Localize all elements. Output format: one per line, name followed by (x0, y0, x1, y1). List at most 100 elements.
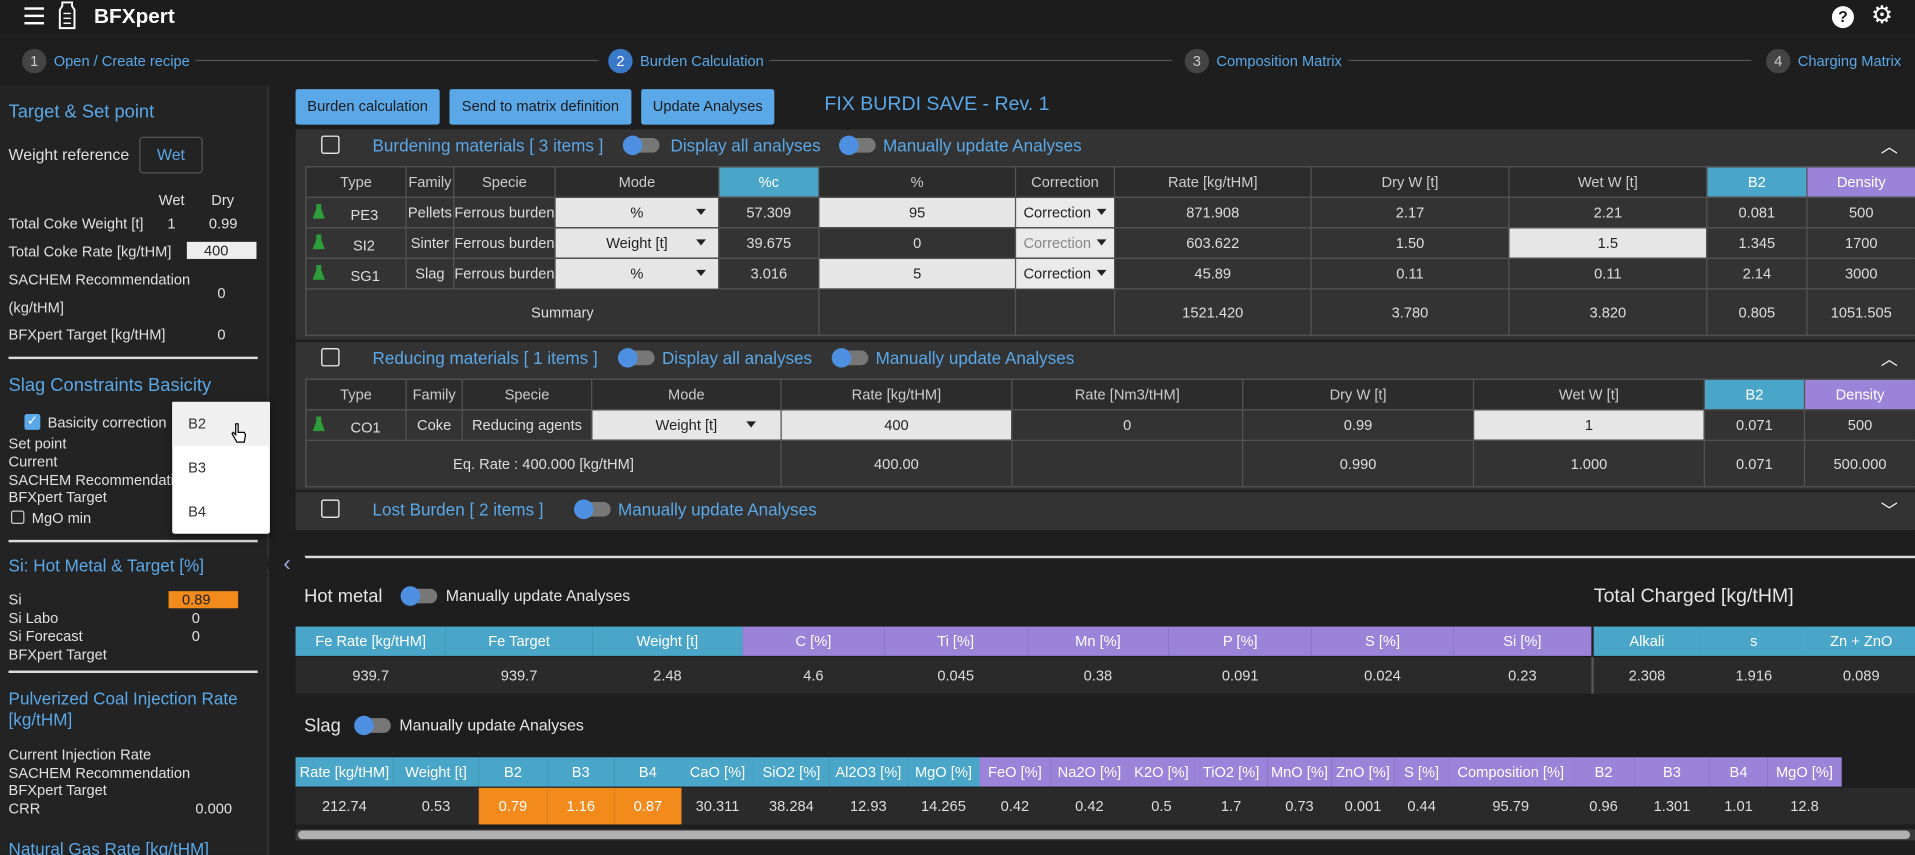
chevron-down-icon[interactable]: ﹀ (1881, 498, 1898, 522)
step-burden-calculation[interactable]: 2 Burden Calculation (608, 48, 764, 74)
percent-input[interactable]: 5 (818, 257, 1017, 290)
mode-select[interactable]: % (554, 196, 720, 229)
b2-cell: 1.345 (1706, 227, 1808, 259)
type-cell: SG1 (305, 257, 407, 290)
dropdown-option-b2[interactable]: B2 (172, 401, 270, 446)
menu-icon[interactable] (24, 7, 44, 25)
slag-manual-toggle[interactable] (354, 715, 391, 736)
slag-header-row: Rate [kg/tHM] Weight [t] B2 B3 B4 CaO [%… (295, 757, 1915, 787)
pci-title: Pulverized Coal Injection Rate (8, 688, 238, 709)
manual-update-toggle[interactable] (839, 135, 876, 156)
step-label: Open / Create recipe (53, 52, 190, 70)
reducing-header[interactable]: Reducing materials [ 1 items ] Display a… (296, 342, 1915, 376)
mode-select[interactable]: Weight [t] (554, 227, 720, 259)
edit-icon[interactable] (321, 348, 340, 367)
wet-cell: 0.11 (1508, 257, 1708, 290)
col-header: ZnO [%] (1331, 757, 1395, 787)
step-charging-matrix[interactable]: 4 Charging Matrix (1765, 48, 1901, 74)
value-cell: 1.16 (547, 787, 615, 825)
gear-icon[interactable]: ⚙ (1871, 4, 1895, 28)
edit-icon[interactable] (321, 499, 340, 518)
target-setpoint-title: Target & Set point (8, 101, 155, 123)
weight-reference-button[interactable]: Wet (139, 136, 203, 174)
display-analyses-toggle[interactable] (617, 348, 655, 368)
col-header: K2O [%] (1128, 757, 1195, 787)
bfx-target-label-2: BFXpert Target (8, 488, 107, 506)
chevron-up-icon[interactable]: ︿ (1881, 347, 1898, 371)
lost-burden-header[interactable]: Lost Burden [ 2 items ] Manually update … (296, 493, 1915, 527)
chevron-down-icon (1096, 239, 1107, 246)
pci-unit: [kg/tHM] (8, 709, 73, 730)
dry-cell: 2.17 (1310, 196, 1510, 229)
flask-icon[interactable] (311, 202, 326, 219)
chevron-down-icon (696, 208, 706, 215)
col-header: Wet W [t] (1472, 378, 1705, 411)
manual-update-toggle[interactable] (831, 348, 869, 368)
si-label: Si (8, 591, 22, 609)
total-coke-weight-label: Total Coke Weight [t] (8, 214, 144, 233)
burden-calculation-button[interactable]: Burden calculation (295, 89, 440, 125)
burdening-header[interactable]: Burdening materials [ 3 items ] Display … (296, 129, 1915, 163)
si-input[interactable]: 0.89 (168, 591, 239, 609)
mode-value: % (630, 265, 644, 283)
percent-input[interactable]: 95 (818, 196, 1017, 229)
value-cell: 0.87 (614, 787, 682, 825)
value-cell: 1.7 (1220, 797, 1242, 815)
col-header: S [%] (1311, 626, 1454, 656)
mode-value: Weight [t] (606, 234, 668, 252)
app-title: BFXpert (94, 4, 175, 29)
horizontal-scrollbar[interactable] (295, 829, 1915, 841)
col-header: Mode (591, 378, 782, 411)
summary-row: Summary 1521.420 3.780 3.820 0.805 1051.… (305, 288, 1915, 336)
dropdown-option-b3[interactable]: B3 (172, 446, 270, 490)
collapse-sidebar-button[interactable]: ‹ (267, 544, 307, 584)
summary-label: Summary (305, 288, 820, 336)
dropdown-option-b4[interactable]: B4 (172, 490, 270, 534)
mgo-min-checkbox[interactable] (10, 510, 25, 524)
chevron-down-icon (1096, 269, 1107, 277)
col-header: Mode (554, 166, 720, 198)
send-to-matrix-button[interactable]: Send to matrix definition (449, 89, 632, 125)
col-header: MgO [%] (1767, 757, 1842, 787)
flask-icon[interactable] (311, 233, 326, 250)
eq-b2: 0.071 (1703, 439, 1806, 488)
step-label: Composition Matrix (1216, 52, 1342, 70)
summary-cell (1011, 439, 1244, 488)
total-coke-rate-input[interactable]: 400 (186, 241, 257, 259)
correction-select[interactable]: Correction (1014, 227, 1116, 259)
basicity-correction-label: Basicity correction (47, 414, 167, 432)
step-composition-matrix[interactable]: 3 Composition Matrix (1184, 48, 1342, 74)
mode-select[interactable]: % (554, 257, 720, 290)
type-cell: PE3 (305, 196, 407, 229)
summary-cell (1014, 288, 1116, 336)
col-header: Specie (461, 378, 593, 411)
correction-select[interactable]: Correction (1014, 196, 1116, 229)
wet-input[interactable]: 1.5 (1508, 227, 1708, 259)
b2-cell: 0.071 (1703, 409, 1806, 441)
summary-cell (818, 288, 1017, 336)
chevron-up-icon[interactable]: ︿ (1881, 134, 1898, 158)
slag-manual-label: Manually update Analyses (399, 715, 584, 735)
update-analyses-button[interactable]: Update Analyses (641, 89, 775, 125)
basicity-checkbox[interactable]: ✓ (24, 414, 41, 430)
flask-icon[interactable] (311, 263, 326, 280)
help-icon[interactable]: ? (1831, 6, 1854, 29)
wet-input[interactable]: 1 (1472, 409, 1705, 441)
display-analyses-toggle[interactable] (622, 135, 660, 156)
hot-metal-manual-toggle[interactable] (400, 586, 438, 606)
pci-bfx-label: BFXpert Target (8, 781, 107, 799)
mode-select[interactable]: Weight [t] (591, 409, 782, 441)
divider (8, 539, 258, 543)
sachem-rec-label: SACHEM Recommendation (8, 471, 191, 489)
manual-update-toggle[interactable] (574, 499, 611, 520)
correction-select[interactable]: Correction (1014, 257, 1116, 290)
col-header: Dry W [t] (1242, 378, 1475, 411)
total-coke-weight-wet: 1 (167, 214, 176, 233)
flask-icon[interactable] (311, 415, 326, 432)
table-row: SI2 Sinter Ferrous burden Weight [t] 39.… (305, 227, 1915, 259)
step-open-create-recipe[interactable]: 1 Open / Create recipe (21, 48, 190, 74)
divider (8, 356, 258, 360)
rate-input[interactable]: 400 (780, 409, 1013, 441)
edit-icon[interactable] (321, 135, 340, 154)
horizontal-scroll-thumb[interactable] (297, 830, 1911, 840)
